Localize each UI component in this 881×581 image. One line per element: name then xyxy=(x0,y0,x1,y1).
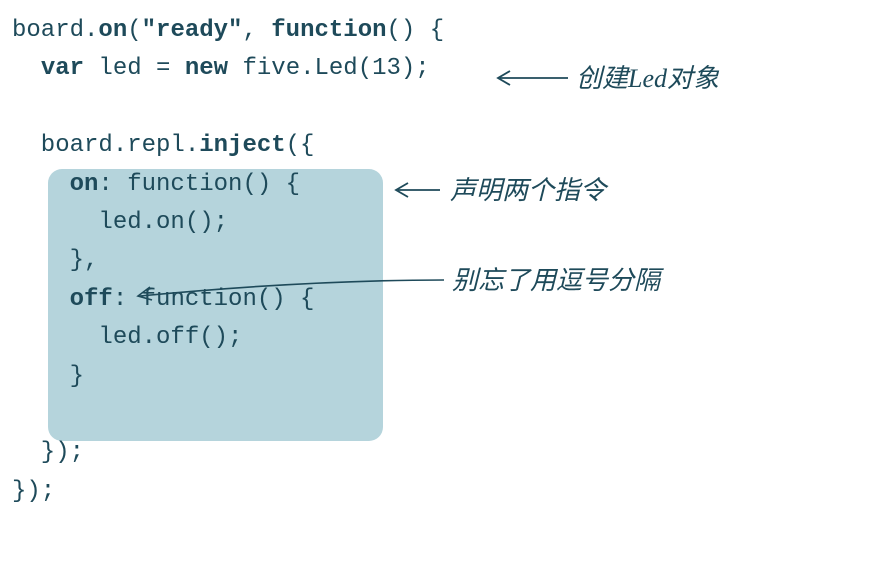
code-token: off xyxy=(70,286,113,313)
code-token: led.on(); xyxy=(12,209,228,236)
code-token: }); xyxy=(12,439,84,466)
code-token xyxy=(12,171,70,198)
code-content: board.on("ready", function() { var led =… xyxy=(12,12,869,511)
code-token: : function() { xyxy=(98,171,300,198)
arrow-icon xyxy=(490,66,570,90)
code-token: var xyxy=(41,55,84,82)
code-token: }); xyxy=(12,478,55,505)
annotation-create-led: 创建Led对象 xyxy=(576,58,719,100)
code-token: five.Led(13); xyxy=(228,55,430,82)
code-block: board.on("ready", function() { var led =… xyxy=(12,12,869,511)
arrow-icon xyxy=(388,178,444,202)
code-token: } xyxy=(12,363,84,390)
code-token xyxy=(12,286,70,313)
code-token: () { xyxy=(387,17,445,44)
code-token: }, xyxy=(12,247,98,274)
code-token: , xyxy=(242,17,271,44)
arrow-icon xyxy=(128,274,448,304)
code-token: "ready" xyxy=(142,17,243,44)
code-token: inject xyxy=(199,132,285,159)
code-token: board. xyxy=(12,17,98,44)
code-token xyxy=(12,55,41,82)
code-token: new xyxy=(185,55,228,82)
annotation-comma-reminder: 别忘了用逗号分隔 xyxy=(452,260,660,302)
code-token: on xyxy=(70,171,99,198)
code-token: led.off(); xyxy=(12,324,242,351)
code-token: ({ xyxy=(286,132,315,159)
code-token: led = xyxy=(84,55,185,82)
code-token: board.repl. xyxy=(12,132,199,159)
code-token: on xyxy=(98,17,127,44)
code-token: ( xyxy=(127,17,141,44)
code-token: function xyxy=(271,17,386,44)
annotation-declare-commands: 声明两个指令 xyxy=(450,170,606,212)
